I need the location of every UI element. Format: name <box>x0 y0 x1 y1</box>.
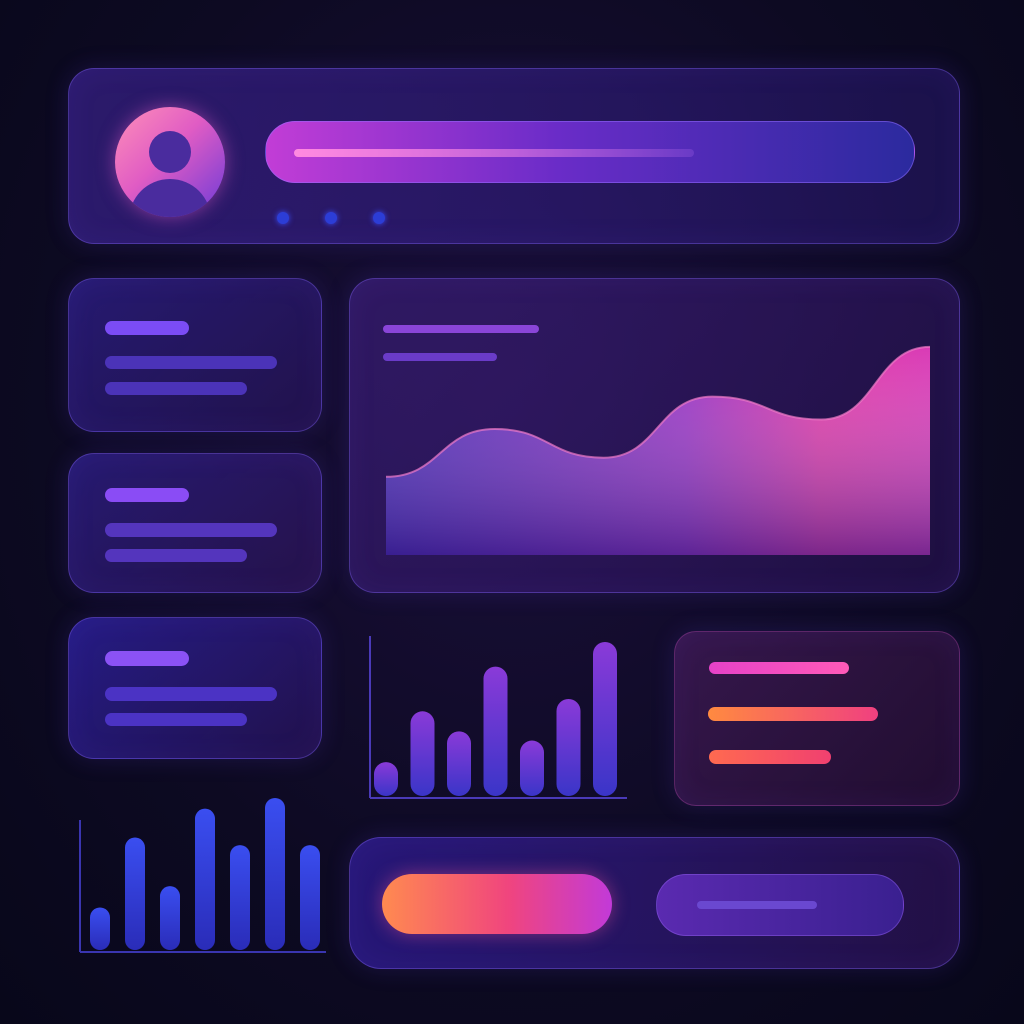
bar <box>90 907 110 950</box>
bar <box>556 698 581 796</box>
stat-card-text-line <box>105 523 277 537</box>
page-dot-1[interactable] <box>277 212 289 224</box>
bar <box>195 808 215 950</box>
area-chart <box>385 345 931 555</box>
page-dot-3[interactable] <box>373 212 385 224</box>
stat-card-title-line <box>105 651 189 666</box>
stat-card-2[interactable] <box>68 453 322 593</box>
bar <box>593 642 617 796</box>
bar <box>230 845 250 950</box>
stat-card-1[interactable] <box>68 278 322 432</box>
bar <box>265 798 285 950</box>
bar <box>300 845 320 950</box>
stat-card-title-line <box>105 488 189 502</box>
bar <box>160 886 180 950</box>
bar-chart-bottom-left <box>79 798 326 953</box>
legend-line-red <box>709 750 831 764</box>
search-input[interactable] <box>265 121 915 183</box>
action-panel <box>349 837 960 969</box>
legend-panel <box>674 631 960 806</box>
search-input-value-line <box>294 149 694 157</box>
secondary-button-label-line <box>697 901 817 909</box>
bar <box>483 666 508 796</box>
stat-card-title-line <box>105 321 189 335</box>
stat-card-text-line <box>105 382 247 395</box>
legend-line-orange <box>708 707 878 721</box>
avatar[interactable] <box>115 107 225 217</box>
bar <box>447 731 471 796</box>
stat-card-text-line <box>105 549 247 562</box>
stat-card-text-line <box>105 713 247 726</box>
header-panel <box>68 68 960 244</box>
primary-button[interactable] <box>382 874 612 934</box>
area-chart-panel <box>349 278 960 593</box>
bar <box>520 740 544 796</box>
legend-line-pink <box>709 662 849 674</box>
area-series-shade <box>386 346 930 555</box>
page-dot-2[interactable] <box>325 212 337 224</box>
stat-card-text-line <box>105 687 277 701</box>
stat-card-text-line <box>105 356 277 369</box>
bar <box>125 837 145 950</box>
bar-chart-middle <box>369 636 627 799</box>
user-icon <box>115 107 225 217</box>
stat-card-3[interactable] <box>68 617 322 759</box>
bar <box>410 711 435 796</box>
secondary-button[interactable] <box>656 874 904 936</box>
bar <box>374 762 398 796</box>
